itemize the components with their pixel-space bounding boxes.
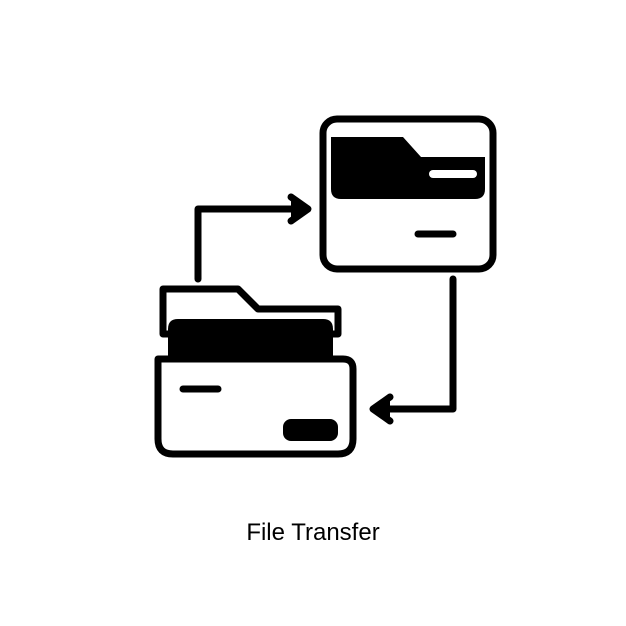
caption-text: File Transfer (246, 519, 379, 547)
file-transfer-diagram (103, 79, 523, 499)
file-transfer-icon (103, 79, 523, 499)
